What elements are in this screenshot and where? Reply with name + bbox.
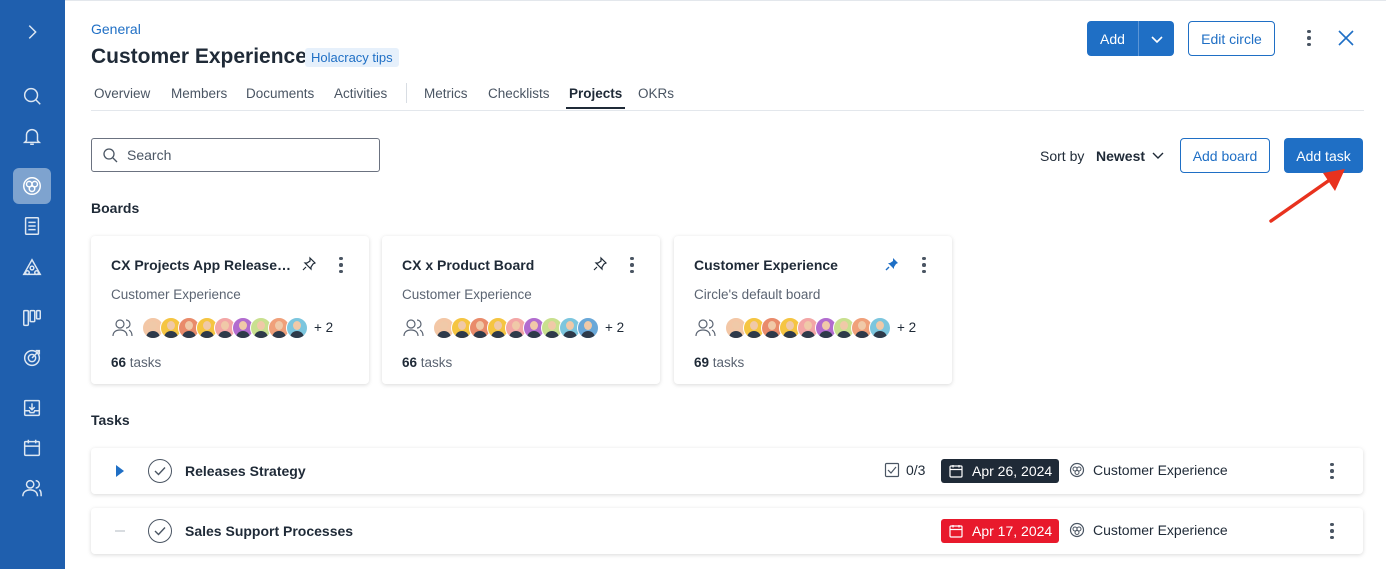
more-members: + 2 (897, 320, 917, 335)
calendar-icon (949, 465, 963, 478)
collapse-dash-icon (115, 530, 125, 532)
board-task-count: 66 tasks (111, 355, 162, 370)
more-members: + 2 (314, 320, 334, 335)
sort-select[interactable]: Newest (1096, 148, 1145, 164)
member-avatars[interactable]: + 2 (725, 317, 916, 339)
people-icon[interactable] (13, 470, 51, 506)
bell-icon[interactable] (13, 118, 51, 154)
boards-heading: Boards (91, 200, 140, 216)
board-more-icon[interactable] (916, 253, 932, 277)
search-icon (103, 148, 118, 163)
members-icon (112, 319, 133, 337)
add-split-button[interactable]: Add (1087, 21, 1174, 56)
tab-divider (406, 83, 407, 103)
task-row[interactable]: Releases Strategy 0/3 Apr 26, 2024 Custo… (91, 448, 1363, 494)
circles-icon (1069, 522, 1085, 538)
target-icon[interactable] (13, 340, 51, 376)
board-circle: Customer Experience (111, 287, 241, 302)
task-name[interactable]: Sales Support Processes (185, 523, 353, 539)
tab-members[interactable]: Members (171, 86, 227, 101)
checkbox-icon (884, 462, 900, 478)
search-icon[interactable] (13, 78, 51, 114)
add-board-button[interactable]: Add board (1180, 138, 1270, 173)
search-input[interactable] (127, 147, 367, 163)
chevron-down-icon[interactable] (1151, 148, 1165, 162)
circle-panel: General Customer Experience Holacracy ti… (65, 0, 1386, 569)
more-options-icon[interactable] (1301, 26, 1317, 50)
tab-checklists[interactable]: Checklists (488, 86, 550, 101)
board-circle: Customer Experience (402, 287, 532, 302)
calendar-icon (949, 525, 963, 538)
board-more-icon[interactable] (333, 253, 349, 277)
board-name[interactable]: CX x Product Board (402, 257, 534, 273)
board-icon[interactable] (13, 300, 51, 336)
board-task-count: 66 tasks (402, 355, 453, 370)
expand-icon[interactable] (13, 14, 51, 50)
chevron-down-icon (1150, 35, 1163, 43)
tab-projects[interactable]: Projects (565, 86, 626, 109)
add-button[interactable]: Add (1087, 21, 1139, 56)
calendar-icon[interactable] (13, 430, 51, 466)
tab-okrs[interactable]: OKRs (638, 86, 674, 101)
task-more-icon[interactable] (1324, 519, 1340, 543)
close-icon[interactable] (1337, 29, 1355, 47)
task-name[interactable]: Releases Strategy (185, 463, 306, 479)
board-card[interactable]: CX Projects App Release Bo... Customer E… (91, 236, 369, 384)
member-avatars[interactable]: + 2 (433, 317, 624, 339)
task-circle[interactable]: Customer Experience (1069, 522, 1228, 538)
tab-metrics[interactable]: Metrics (424, 86, 468, 101)
search-box[interactable] (91, 138, 380, 172)
holacracy-tips-badge[interactable]: Holacracy tips (305, 48, 399, 67)
task-complete-toggle[interactable] (148, 519, 172, 543)
subtask-count: 0/3 (884, 462, 925, 478)
task-row[interactable]: Sales Support Processes Apr 17, 2024 Cus… (91, 508, 1363, 554)
board-card[interactable]: CX x Product Board Customer Experience +… (382, 236, 660, 384)
circles-icon[interactable] (13, 168, 51, 204)
avatar (286, 317, 308, 339)
avatar (577, 317, 599, 339)
task-complete-toggle[interactable] (148, 459, 172, 483)
sort-label: Sort by (1040, 148, 1085, 164)
task-circle[interactable]: Customer Experience (1069, 462, 1228, 478)
members-icon (403, 319, 424, 337)
board-card[interactable]: Customer Experience Circle's default boa… (674, 236, 952, 384)
check-icon (154, 527, 166, 536)
task-more-icon[interactable] (1324, 459, 1340, 483)
board-circle: Circle's default board (694, 287, 821, 302)
board-name[interactable]: Customer Experience (694, 257, 838, 273)
check-icon (154, 467, 166, 476)
tab-overview[interactable]: Overview (94, 86, 150, 101)
board-task-count: 69 tasks (694, 355, 745, 370)
page-title: Customer Experience (91, 45, 307, 68)
avatar (869, 317, 891, 339)
tasks-heading: Tasks (91, 412, 130, 428)
annotation-arrow-icon (1269, 169, 1345, 223)
inbox-icon[interactable] (13, 390, 51, 426)
edit-circle-button[interactable]: Edit circle (1188, 21, 1275, 56)
breadcrumb[interactable]: General (91, 21, 141, 37)
members-icon (695, 319, 716, 337)
pin-icon[interactable] (301, 256, 317, 272)
due-date-badge[interactable]: Apr 17, 2024 (941, 519, 1060, 543)
board-more-icon[interactable] (624, 253, 640, 277)
tab-activities[interactable]: Activities (334, 86, 387, 101)
pin-icon[interactable] (592, 256, 608, 272)
due-date-badge[interactable]: Apr 26, 2024 (941, 459, 1060, 483)
document-icon[interactable] (13, 208, 51, 244)
add-dropdown-toggle[interactable] (1139, 21, 1174, 56)
tab-documents[interactable]: Documents (246, 86, 314, 101)
member-avatars[interactable]: + 2 (142, 317, 333, 339)
board-name[interactable]: CX Projects App Release Bo... (111, 257, 291, 273)
tab-bar: Overview Members Documents Activities Me… (91, 83, 1364, 111)
left-rail (0, 0, 65, 569)
expand-caret-icon[interactable] (113, 464, 127, 478)
roles-icon[interactable] (13, 250, 51, 286)
more-members: + 2 (605, 320, 625, 335)
circles-icon (1069, 462, 1085, 478)
pinned-icon[interactable] (884, 256, 900, 272)
